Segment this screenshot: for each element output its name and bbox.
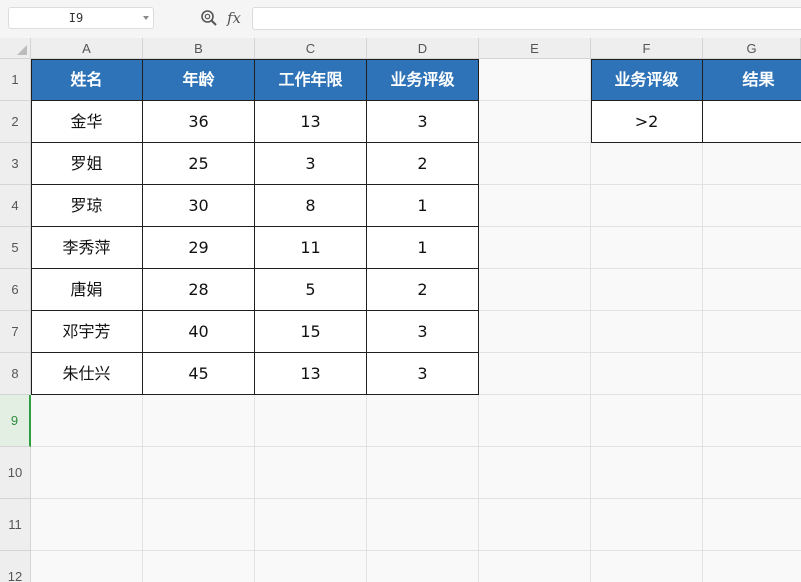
employee-cell[interactable]: 2	[367, 269, 479, 311]
employee-cell[interactable]: 朱仕兴	[31, 353, 143, 395]
column-header-f[interactable]: F	[591, 38, 703, 59]
row-header-5[interactable]: 5	[0, 227, 31, 269]
employee-cell[interactable]: 28	[143, 269, 255, 311]
employee-cell[interactable]: 邓宇芳	[31, 311, 143, 353]
employee-cell[interactable]: 36	[143, 101, 255, 143]
select-all-corner[interactable]	[0, 38, 31, 59]
employee-cell[interactable]: 唐娟	[31, 269, 143, 311]
employee-cell[interactable]: 13	[255, 101, 367, 143]
employee-cell[interactable]: 罗琼	[31, 185, 143, 227]
employee-cell[interactable]: 1	[367, 227, 479, 269]
employee-cell[interactable]: 8	[255, 185, 367, 227]
employee-cell[interactable]: 13	[255, 353, 367, 395]
employee-cell[interactable]: 25	[143, 143, 255, 185]
employee-header-cell[interactable]: 姓名	[31, 59, 143, 101]
employee-cell[interactable]: 1	[367, 185, 479, 227]
employee-cell[interactable]: 11	[255, 227, 367, 269]
column-header-g[interactable]: G	[703, 38, 801, 59]
employee-cell[interactable]: 罗姐	[31, 143, 143, 185]
employee-cell[interactable]: 金华	[31, 101, 143, 143]
gridline-horizontal	[31, 550, 801, 551]
row-header-6[interactable]: 6	[0, 269, 31, 311]
employee-cell[interactable]: 15	[255, 311, 367, 353]
gridline-horizontal	[31, 446, 801, 447]
formula-bar: I9 fx	[0, 0, 801, 38]
employee-header-cell[interactable]: 业务评级	[367, 59, 479, 101]
gridline-horizontal	[31, 498, 801, 499]
name-box[interactable]: I9	[8, 7, 154, 29]
fx-icon[interactable]: fx	[227, 8, 247, 28]
row-header-4[interactable]: 4	[0, 185, 31, 227]
row-header-7[interactable]: 7	[0, 311, 31, 353]
criteria-header-cell[interactable]: 结果	[703, 59, 801, 101]
select-all-triangle-icon	[17, 45, 27, 55]
employee-header-cell[interactable]: 年龄	[143, 59, 255, 101]
employee-cell[interactable]: 2	[367, 143, 479, 185]
column-header-d[interactable]: D	[367, 38, 479, 59]
row-header-9[interactable]: 9	[0, 395, 31, 447]
employee-cell[interactable]: 李秀萍	[31, 227, 143, 269]
employee-cell[interactable]: 30	[143, 185, 255, 227]
employee-cell[interactable]: 3	[367, 311, 479, 353]
criteria-cell[interactable]: >2	[591, 101, 703, 143]
employee-cell[interactable]: 45	[143, 353, 255, 395]
row-header-3[interactable]: 3	[0, 143, 31, 185]
employee-cell[interactable]: 29	[143, 227, 255, 269]
row-header-10[interactable]: 10	[0, 447, 31, 499]
column-header-c[interactable]: C	[255, 38, 367, 59]
row-header-1[interactable]: 1	[0, 59, 31, 101]
criteria-header-cell[interactable]: 业务评级	[591, 59, 703, 101]
employee-cell[interactable]: 40	[143, 311, 255, 353]
employee-cell[interactable]: 3	[255, 143, 367, 185]
column-header-b[interactable]: B	[143, 38, 255, 59]
row-header-8[interactable]: 8	[0, 353, 31, 395]
column-header-e[interactable]: E	[479, 38, 591, 59]
column-header-a[interactable]: A	[31, 38, 143, 59]
employee-cell[interactable]: 3	[367, 353, 479, 395]
zoom-icon[interactable]	[200, 9, 218, 27]
employee-cell[interactable]: 3	[367, 101, 479, 143]
sheet-grid: ABCDEFG 1 2 3 4 5 6 7 8 9 10 11 12 姓名 年龄 工作年限 业务评级 金华 36…	[0, 38, 801, 582]
chevron-down-icon[interactable]	[143, 16, 149, 20]
criteria-cell[interactable]	[703, 101, 801, 143]
spreadsheet-app: I9 fx ABCDEFG 1 2 3 4 5 6 7 8 9 10 11 12 姓名 年龄 工作年限 业务…	[0, 0, 801, 582]
row-header-2[interactable]: 2	[0, 101, 31, 143]
row-header-11[interactable]: 11	[0, 499, 31, 551]
formula-input[interactable]	[252, 7, 801, 30]
row-header-12[interactable]: 12	[0, 551, 31, 582]
employee-cell[interactable]: 5	[255, 269, 367, 311]
employee-header-cell[interactable]: 工作年限	[255, 59, 367, 101]
name-box-value: I9	[68, 11, 84, 25]
